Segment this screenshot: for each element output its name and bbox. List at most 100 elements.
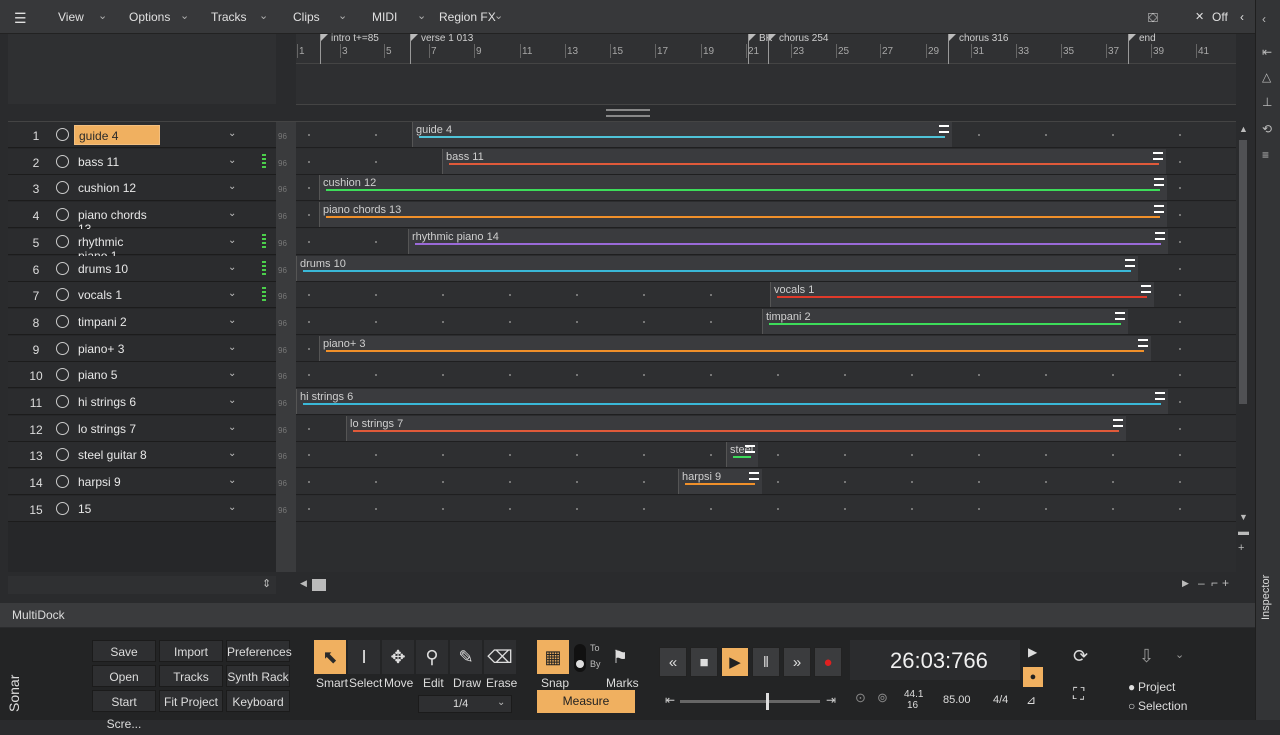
clip[interactable]: rhythmic piano 14 bbox=[408, 228, 1168, 254]
track-name[interactable]: cushion 12 bbox=[74, 178, 160, 199]
save-button[interactable]: Save bbox=[92, 640, 156, 662]
chevron-down-icon[interactable]: ⌄ bbox=[228, 422, 236, 433]
punch-icon[interactable]: ⊿ bbox=[1026, 693, 1036, 707]
move-tool-icon[interactable]: ✥ bbox=[382, 640, 414, 674]
track-name[interactable]: guide 4 bbox=[74, 125, 160, 145]
zoom-out-icon[interactable]: ▬ bbox=[1238, 526, 1249, 538]
stop-icon[interactable]: ■ bbox=[690, 647, 718, 677]
clip[interactable]: cushion 12 bbox=[319, 175, 1167, 201]
marker-lane[interactable] bbox=[296, 64, 1236, 104]
track-volume[interactable]: 96 bbox=[278, 292, 287, 301]
smart-tool-icon[interactable]: ⬉ bbox=[314, 640, 346, 674]
instrument-icon[interactable] bbox=[56, 181, 69, 195]
edit-tool-icon[interactable]: ⚲ bbox=[416, 640, 448, 674]
clip[interactable]: piano+ 3 bbox=[319, 335, 1151, 361]
chevron-down-icon[interactable]: ⌄ bbox=[228, 208, 236, 219]
track-row[interactable]: 14 harpsi 9 ⌄ bbox=[8, 469, 276, 496]
chevron-down-icon[interactable]: ⌄ bbox=[338, 9, 347, 22]
warning-icon[interactable]: △ bbox=[1262, 70, 1271, 84]
start-screen-button[interactable]: Start Scre... bbox=[92, 690, 156, 731]
go-to-end-icon[interactable]: ⇥ bbox=[826, 693, 836, 707]
track-row[interactable]: 2 bass 11 ⌄ bbox=[8, 148, 276, 175]
track-name[interactable]: steel guitar 8 bbox=[74, 445, 160, 466]
snap-grid-icon[interactable]: ⛋ bbox=[1148, 10, 1158, 26]
chevron-down-icon[interactable]: ⌄ bbox=[228, 288, 236, 299]
track-name[interactable]: vocals 1 bbox=[74, 285, 160, 306]
marker-label[interactable]: chorus 316 bbox=[959, 33, 1008, 44]
arrow-left-icon[interactable]: ⇤ bbox=[1262, 45, 1272, 59]
scroll-up-icon[interactable]: ▲ bbox=[1239, 124, 1248, 134]
instrument-icon[interactable] bbox=[56, 395, 69, 408]
track-row[interactable]: 4 piano chords 13 ⌄ bbox=[8, 202, 276, 236]
clip-end-handle-icon[interactable] bbox=[1138, 338, 1148, 347]
play-mode-icon[interactable]: ▶ bbox=[1028, 645, 1037, 659]
track-name[interactable]: 15 bbox=[74, 498, 160, 519]
scrollbar-thumb[interactable] bbox=[312, 579, 326, 591]
clip[interactable]: lo strings 7 bbox=[346, 415, 1126, 441]
track-name[interactable]: lo strings 7 bbox=[74, 418, 160, 439]
track-name[interactable]: harpsi 9 bbox=[74, 472, 160, 493]
tracks-button[interactable]: Tracks bbox=[159, 665, 223, 687]
chevron-down-icon[interactable]: ⌄ bbox=[228, 342, 236, 353]
clip-end-handle-icon[interactable] bbox=[1115, 311, 1125, 320]
vertical-scrollbar[interactable]: ▲ ▼ ▬ + bbox=[1236, 122, 1250, 572]
track-lane[interactable] bbox=[296, 442, 1236, 469]
synth-rack-button[interactable]: Synth Rack bbox=[226, 665, 290, 687]
clip[interactable]: hi strings 6 bbox=[296, 389, 1168, 414]
track-volume[interactable]: 96 bbox=[278, 426, 287, 435]
chevron-down-icon[interactable]: ⌄ bbox=[228, 262, 236, 273]
clip[interactable]: steel bbox=[726, 442, 758, 468]
marker-label[interactable]: verse 1 013 bbox=[421, 33, 473, 44]
snap-value-dropdown[interactable]: 1/4 ⌄ bbox=[418, 695, 512, 713]
selection-radio-label[interactable]: Selection bbox=[1138, 699, 1187, 713]
snap-toggle[interactable] bbox=[574, 644, 586, 672]
instrument-icon[interactable] bbox=[56, 314, 69, 328]
chevron-left-icon[interactable]: ‹ bbox=[1262, 12, 1266, 26]
track-name[interactable]: piano+ 3 bbox=[74, 338, 160, 359]
clip[interactable]: timpani 2 bbox=[762, 308, 1128, 334]
preferences-button[interactable]: Preferences bbox=[226, 640, 292, 662]
clip[interactable]: guide 4 bbox=[412, 122, 952, 147]
track-row[interactable]: 3 cushion 12 ⌄ bbox=[8, 175, 276, 202]
track-volume[interactable]: 96 bbox=[278, 506, 287, 515]
track-lane[interactable] bbox=[296, 362, 1236, 389]
scroll-left-icon[interactable]: ◀ bbox=[300, 578, 307, 589]
instrument-icon[interactable] bbox=[56, 475, 69, 489]
marker-flag-icon[interactable] bbox=[320, 34, 328, 42]
scroll-right-icon[interactable]: ▶ bbox=[1182, 578, 1189, 589]
select-tool-icon[interactable]: Ⅰ bbox=[348, 640, 380, 674]
chevron-down-icon[interactable]: ⌄ bbox=[228, 395, 236, 406]
marker-flag-icon[interactable] bbox=[768, 34, 776, 42]
track-lane[interactable] bbox=[296, 469, 1236, 496]
menu-midi[interactable]: MIDI bbox=[372, 10, 397, 24]
marker-flag-icon[interactable] bbox=[410, 34, 418, 42]
chevron-down-icon[interactable]: ⌄ bbox=[228, 235, 236, 246]
chevron-down-icon[interactable]: ⌄ bbox=[228, 502, 236, 513]
marker-label[interactable]: end bbox=[1139, 33, 1156, 44]
grip-icon[interactable] bbox=[606, 109, 650, 117]
project-radio[interactable]: ● bbox=[1128, 680, 1135, 694]
clip[interactable]: drums 10 bbox=[296, 255, 1138, 281]
instrument-icon[interactable] bbox=[56, 501, 69, 515]
clip-end-handle-icon[interactable] bbox=[1141, 285, 1151, 294]
track-name[interactable]: hi strings 6 bbox=[74, 392, 160, 412]
instrument-icon[interactable] bbox=[56, 341, 69, 355]
clip-end-handle-icon[interactable] bbox=[1113, 418, 1123, 427]
chevron-down-icon[interactable]: ⌄ bbox=[1175, 648, 1184, 661]
zoom-in-icon[interactable]: + bbox=[1238, 542, 1244, 554]
menu-region-fx[interactable]: Region FX bbox=[439, 10, 496, 24]
marker-label[interactable]: intro t+=85 bbox=[331, 33, 379, 44]
track-row[interactable]: 10 piano 5 ⌄ bbox=[8, 362, 276, 389]
crossfade-off-label[interactable]: Off bbox=[1212, 10, 1228, 24]
menu-tracks[interactable]: Tracks bbox=[211, 10, 247, 24]
track-name[interactable]: piano 5 bbox=[74, 365, 160, 386]
track-volume[interactable]: 96 bbox=[278, 159, 287, 168]
level-icon[interactable]: ⊥ bbox=[1262, 95, 1272, 109]
scrollbar-thumb[interactable] bbox=[1239, 140, 1247, 404]
chevron-down-icon[interactable]: ⌄ bbox=[180, 9, 189, 22]
splitter[interactable] bbox=[296, 104, 1236, 122]
count-in-icon[interactable]: ⊚ bbox=[877, 690, 888, 706]
clip-end-handle-icon[interactable] bbox=[1155, 392, 1165, 400]
track-volume[interactable]: 96 bbox=[278, 399, 287, 408]
meter-value[interactable]: 4/4 bbox=[993, 694, 1008, 706]
